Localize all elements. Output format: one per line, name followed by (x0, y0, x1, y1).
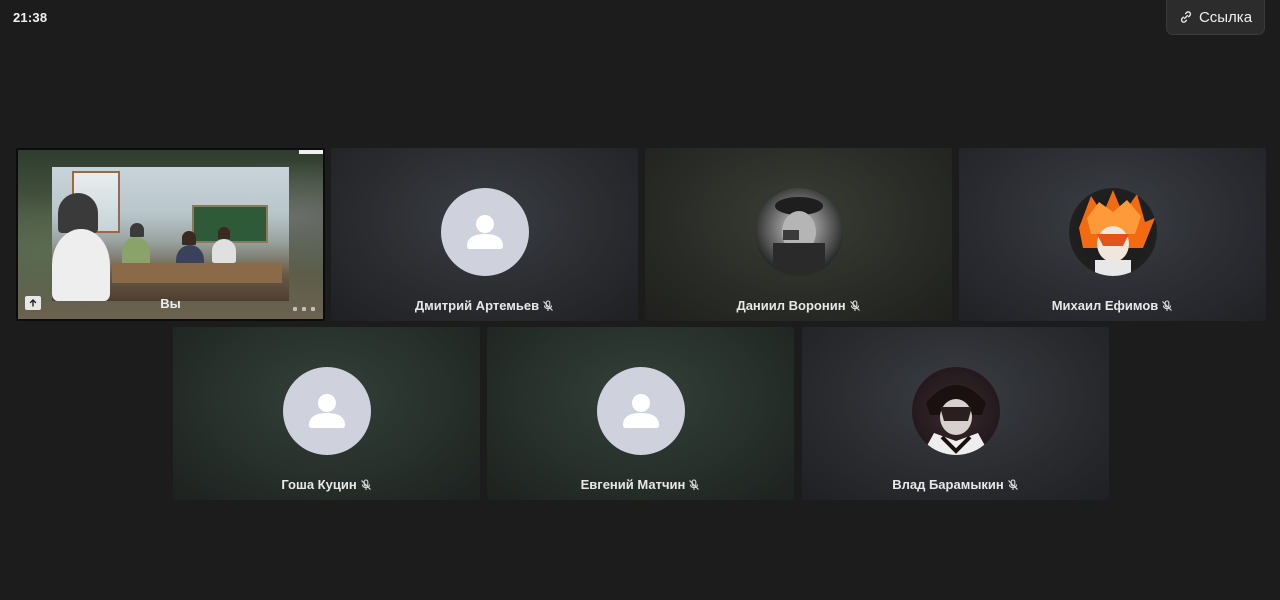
mic-off-icon (849, 299, 861, 312)
video-call-screen: 21:38 Ссылка Вы Дмитрий Артемьев Даниил … (0, 0, 1280, 600)
participant-name-row: Дмитрий Артемьев (331, 298, 638, 313)
mic-off-icon (1161, 299, 1173, 312)
student-head (218, 227, 230, 239)
shared-camera-frame (52, 167, 289, 301)
tile-controls[interactable] (293, 307, 315, 311)
participant-tile[interactable]: Влад Барамыкин (802, 327, 1109, 500)
participant-name: Влад Барамыкин (892, 477, 1004, 492)
student-body (52, 229, 110, 301)
control-dot (302, 307, 306, 311)
mic-off-icon (1007, 478, 1019, 491)
participant-name: Даниил Воронин (736, 298, 846, 313)
participant-name: Евгений Матчин (580, 477, 686, 492)
participant-name-row: Гоша Куцин (173, 477, 480, 492)
participant-name-row: Влад Барамыкин (802, 477, 1109, 492)
participant-name: Дмитрий Артемьев (414, 298, 540, 313)
mic-off-icon (360, 478, 372, 491)
control-dot (293, 307, 297, 311)
anime-avatar (1068, 188, 1157, 276)
student-body (212, 239, 236, 263)
copy-link-button[interactable]: Ссылка (1166, 0, 1265, 35)
copy-link-label: Ссылка (1198, 8, 1253, 26)
default-avatar-icon (440, 188, 529, 276)
default-avatar-icon (596, 367, 685, 455)
mic-off-icon (688, 478, 700, 491)
desks (112, 263, 282, 283)
user-photo-avatar (754, 188, 843, 276)
mic-off-icon (542, 299, 554, 312)
clock: 21:38 (13, 10, 48, 25)
control-dot (311, 307, 315, 311)
participant-name-row: Михаил Ефимов (959, 298, 1266, 313)
self-video-tile[interactable]: Вы (16, 148, 325, 321)
participant-tile[interactable]: Евгений Матчин (487, 327, 794, 500)
participant-name: Михаил Ефимов (1051, 298, 1159, 313)
student-head (58, 193, 98, 233)
student-head (130, 223, 144, 237)
participant-tile[interactable]: Михаил Ефимов (959, 148, 1266, 321)
link-icon (1179, 10, 1193, 24)
participant-tile[interactable]: Даниил Воронин (645, 148, 952, 321)
default-avatar-icon (282, 367, 371, 455)
participant-name: Вы (160, 296, 181, 311)
user-photo-avatar (911, 367, 1000, 455)
participant-tile[interactable]: Дмитрий Артемьев (331, 148, 638, 321)
participant-name-row: Даниил Воронин (645, 298, 952, 313)
student-head (182, 231, 196, 245)
chalkboard (192, 205, 268, 243)
participant-name-row: Евгений Матчин (487, 477, 794, 492)
participant-tile[interactable]: Гоша Куцин (173, 327, 480, 500)
participant-name: Гоша Куцин (281, 477, 357, 492)
self-view-indicator (299, 150, 323, 154)
